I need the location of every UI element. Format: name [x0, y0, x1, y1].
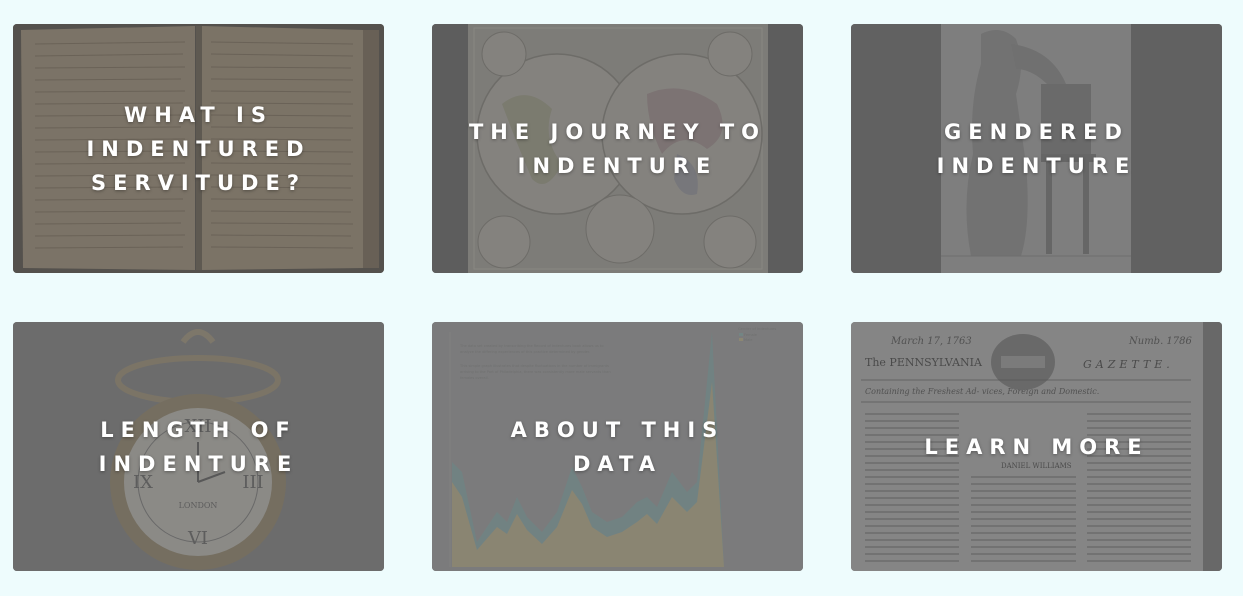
card-title: ABOUT THIS DATA	[432, 322, 803, 571]
card-title-text: THE JOURNEY TO INDENTURE	[468, 119, 767, 178]
card-title: THE JOURNEY TO INDENTURE	[432, 24, 803, 273]
card-learn-more[interactable]: March 17, 1763 Numb. 1786 Containing the…	[851, 322, 1222, 571]
card-title-text: ABOUT THIS DATA	[510, 417, 725, 476]
card-title-text: GENDERED INDENTURE	[936, 119, 1137, 178]
card-about-this-data[interactable]: The data set created by transcribing the…	[432, 322, 803, 571]
card-title: LENGTH OF INDENTURE	[13, 322, 384, 571]
card-title-text: WHAT IS INDENTURED SERVITUDE?	[86, 102, 311, 195]
card-title: GENDERED INDENTURE	[851, 24, 1222, 273]
card-title-text: LEARN MORE	[924, 434, 1149, 459]
card-title: LEARN MORE	[851, 322, 1222, 571]
card-length-of-indenture[interactable]: XII III VI IX LONDON LENGTH OF INDENTURE	[13, 322, 384, 571]
card-gendered-indenture[interactable]: GENDERED INDENTURE	[851, 24, 1222, 273]
card-what-is-indentured-servitude[interactable]: WHAT IS INDENTURED SERVITUDE?	[13, 24, 384, 273]
card-title: WHAT IS INDENTURED SERVITUDE?	[13, 24, 384, 273]
card-title-text: LENGTH OF INDENTURE	[98, 417, 299, 476]
card-the-journey-to-indenture[interactable]: THE JOURNEY TO INDENTURE	[432, 24, 803, 273]
